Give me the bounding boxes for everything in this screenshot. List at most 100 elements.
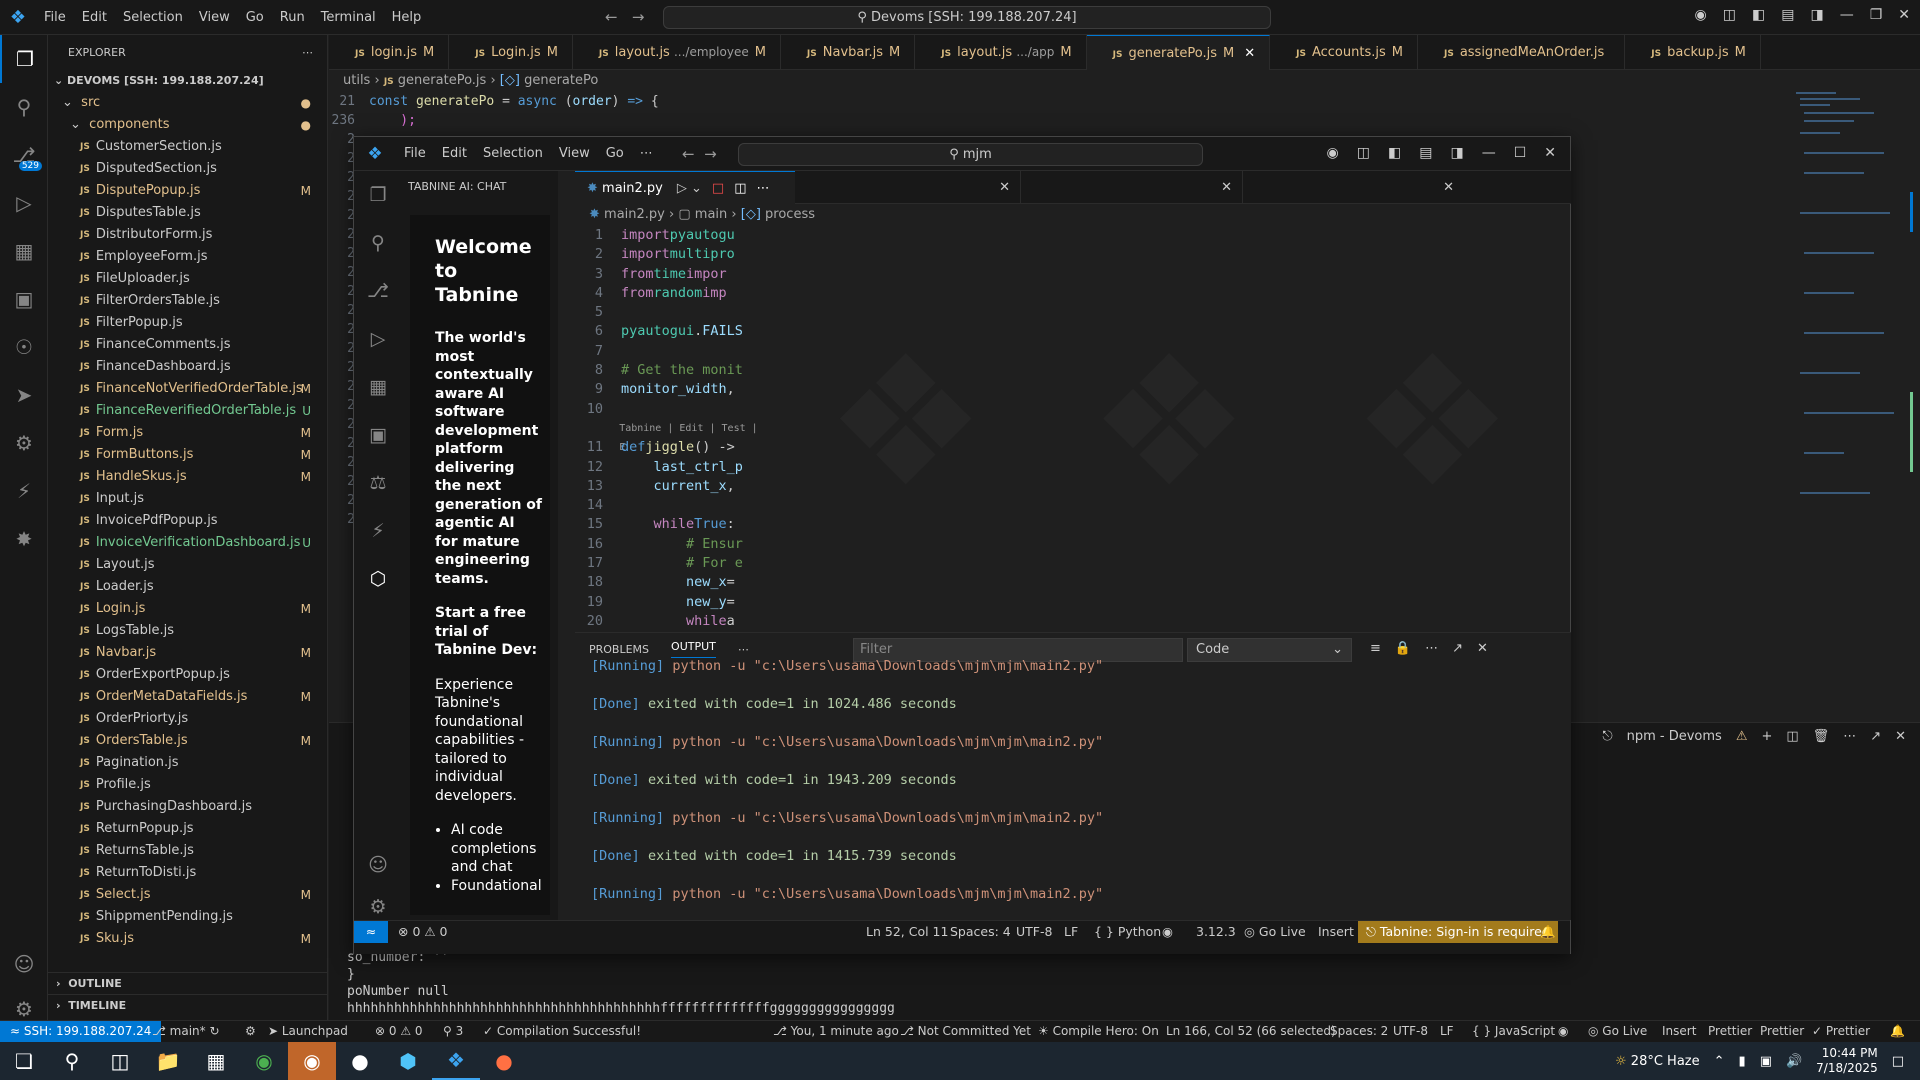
- app-icon[interactable]: ⬢: [384, 1042, 432, 1080]
- chrome-icon[interactable]: ◉: [240, 1042, 288, 1080]
- output-log[interactable]: [Running] python -u "c:\Users\usama\Down…: [591, 658, 1103, 925]
- menu-view[interactable]: View: [191, 10, 238, 25]
- minimize-icon[interactable]: —: [1482, 145, 1496, 161]
- editor-tab[interactable]: JS backup.js M: [1625, 35, 1761, 70]
- file-item[interactable]: JS Login.js M: [48, 598, 327, 620]
- weather-widget[interactable]: ☼ 28°C Haze: [1615, 1054, 1700, 1069]
- file-item[interactable]: JS FilterOrdersTable.js: [48, 290, 327, 312]
- tabnine-icon[interactable]: ⬡: [354, 555, 402, 603]
- python-icon[interactable]: ✸: [0, 515, 48, 563]
- toggle-secondary-icon[interactable]: ◨: [1450, 145, 1463, 161]
- account-icon[interactable]: ☺: [0, 940, 48, 988]
- editor-tab[interactable]: JS generatePo.js M ✕: [1086, 35, 1271, 70]
- output-channel-select[interactable]: Code ⌄: [1187, 638, 1352, 662]
- indentation[interactable]: Spaces: 2: [1330, 1021, 1388, 1042]
- insert-mode[interactable]: Insert: [1318, 921, 1354, 943]
- menu-file[interactable]: File: [396, 146, 434, 161]
- more-actions-icon[interactable]: ⋯: [302, 35, 313, 70]
- encoding[interactable]: UTF-8: [1016, 921, 1052, 943]
- branch-indicator[interactable]: ⎇ main* ↻: [152, 1021, 220, 1042]
- extensions-icon[interactable]: ▦: [354, 363, 402, 411]
- file-item[interactable]: JS InvoicePdfPopup.js: [48, 510, 327, 532]
- stop-icon[interactable]: □: [712, 181, 724, 196]
- terminal-title[interactable]: npm - Devoms: [1627, 729, 1722, 744]
- file-item[interactable]: JS LogsTable.js: [48, 620, 327, 642]
- more-icon[interactable]: ⋯: [1843, 729, 1856, 744]
- new-terminal-icon[interactable]: +: [1761, 729, 1772, 744]
- launchpad[interactable]: ➤ Launchpad: [268, 1021, 348, 1042]
- network-icon[interactable]: ▣: [1760, 1054, 1772, 1069]
- menu-help[interactable]: Help: [384, 10, 430, 25]
- toggle-secondary-icon[interactable]: ◨: [1810, 7, 1823, 23]
- maximize-panel-icon[interactable]: ↗: [1870, 729, 1881, 744]
- remote-explorer-icon[interactable]: ▣: [0, 275, 48, 323]
- file-item[interactable]: JS OrderMetaDataFields.js M: [48, 686, 327, 708]
- copilot-icon[interactable]: ◉: [1558, 1021, 1568, 1042]
- language-mode[interactable]: { } Python: [1094, 921, 1161, 943]
- file-item[interactable]: JS Form.js M: [48, 422, 327, 444]
- breadcrumb-item[interactable]: generatePo: [524, 73, 598, 88]
- menu-more-icon[interactable]: ⋯: [632, 146, 661, 161]
- more-icon[interactable]: ⋯: [738, 643, 749, 656]
- ports-indicator[interactable]: ⚲ 3: [443, 1021, 463, 1042]
- prettier-status[interactable]: ✓ Prettier: [1812, 1021, 1870, 1042]
- more-icon[interactable]: ⋯: [1425, 641, 1438, 656]
- file-item[interactable]: JS ReturnPopup.js: [48, 818, 327, 840]
- python-version[interactable]: 3.12.3: [1196, 921, 1236, 943]
- menu-selection[interactable]: Selection: [475, 146, 551, 161]
- notifications-bell-icon[interactable]: 🔔: [1540, 921, 1556, 943]
- volume-icon[interactable]: 🔊: [1786, 1054, 1802, 1069]
- battery-icon[interactable]: ▮: [1739, 1054, 1746, 1069]
- cursor-position[interactable]: Ln 166, Col 52 (66 selected): [1166, 1021, 1336, 1042]
- split-editor-icon[interactable]: ◫: [734, 181, 746, 196]
- editor-tab[interactable]: JS login.js M: [329, 35, 450, 70]
- copilot-icon[interactable]: ◉: [1327, 145, 1339, 161]
- indentation[interactable]: Spaces: 4: [950, 921, 1011, 943]
- split-terminal-icon[interactable]: ◫: [1786, 729, 1798, 744]
- git-graph-icon[interactable]: ☉: [0, 323, 48, 371]
- breadcrumb-item[interactable]: main: [695, 207, 727, 222]
- language-mode[interactable]: { } JavaScript: [1472, 1021, 1555, 1042]
- trash-icon[interactable]: 🗑: [1813, 729, 1830, 744]
- remote-indicator-icon[interactable]: ≈: [354, 921, 388, 943]
- breadcrumb-item[interactable]: utils: [343, 73, 370, 88]
- breadcrumb-item[interactable]: generatePo.js: [398, 73, 487, 88]
- file-item[interactable]: JS CustomerSection.js: [48, 136, 327, 158]
- file-item[interactable]: JS DisputedSection.js: [48, 158, 327, 180]
- git-blame[interactable]: ⎇ You, 1 minute ago: [773, 1021, 899, 1042]
- file-item[interactable]: JS FormButtons.js M: [48, 444, 327, 466]
- menu-go[interactable]: Go: [598, 146, 632, 161]
- source-control-icon[interactable]: ⎇ 529: [0, 131, 48, 179]
- codelens[interactable]: Tabnine | Edit | Test | E: [619, 419, 760, 453]
- folder-src[interactable]: ⌄ src ●: [48, 92, 327, 114]
- file-item[interactable]: JS ShippmentPending.js: [48, 906, 327, 928]
- file-item[interactable]: JS Pagination.js: [48, 752, 327, 774]
- file-item[interactable]: JS DisputesTable.js: [48, 202, 327, 224]
- lock-icon[interactable]: 🔒: [1395, 641, 1411, 656]
- clear-output-icon[interactable]: ≡: [1370, 641, 1381, 656]
- toggle-panel-icon[interactable]: ▤: [1419, 145, 1432, 161]
- problems-indicator[interactable]: ⊗ 0 ⚠ 0: [375, 1021, 423, 1042]
- toggle-panel-icon[interactable]: ▤: [1781, 7, 1794, 23]
- file-item[interactable]: JS FinanceComments.js: [48, 334, 327, 356]
- empty-group-close-icon[interactable]: ✕: [1242, 171, 1464, 204]
- timeline-section[interactable]: › TIMELINE: [48, 994, 328, 1016]
- editor-tab[interactable]: JS layout.js .../employee M: [573, 35, 781, 70]
- empty-group-close-icon[interactable]: ✕: [1020, 171, 1242, 204]
- go-live[interactable]: ◎ Go Live: [1244, 921, 1306, 943]
- editor-tab[interactable]: JS assignedMeAnOrder.js: [1418, 35, 1626, 70]
- file-item[interactable]: JS FinanceNotVerifiedOrderTable.js M: [48, 378, 327, 400]
- maximize-icon[interactable]: ☐: [1514, 145, 1527, 161]
- close-tab-icon[interactable]: ✕: [1244, 46, 1255, 61]
- git-lens-icon[interactable]: ⚙: [245, 1021, 256, 1042]
- file-item[interactable]: JS PurchasingDashboard.js: [48, 796, 327, 818]
- source-control-icon[interactable]: ⎇: [354, 267, 402, 315]
- testing-icon[interactable]: ⚖: [354, 459, 402, 507]
- compile-status[interactable]: ✓ Compilation Successful!: [483, 1021, 641, 1042]
- commit-status[interactable]: ⎇ Not Committed Yet: [900, 1021, 1031, 1042]
- menu-selection[interactable]: Selection: [115, 10, 191, 25]
- explorer-icon[interactable]: ❐: [0, 35, 48, 83]
- windows-start-icon[interactable]: ❏: [0, 1042, 48, 1080]
- terminal-output[interactable]: so_number: '' } poNumber null hhhhhhhhhh…: [347, 949, 895, 1017]
- taskbar-search-icon[interactable]: ⚲: [48, 1042, 96, 1080]
